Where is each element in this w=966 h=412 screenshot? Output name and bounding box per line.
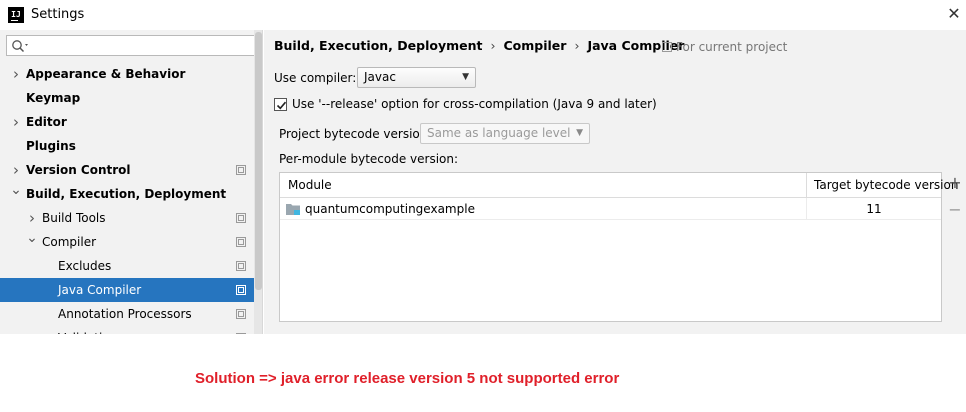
breadcrumb: Build, Execution, Deployment › Compiler › Ja… [274,38,684,53]
sidebar-item-label: Appearance & Behavior [26,67,186,81]
module-folder-icon [286,204,300,215]
sidebar-item-annotation-processors[interactable]: Annotation Processors [0,302,254,326]
scope-note: For current project [662,40,787,54]
sidebar-item-label: Annotation Processors [58,307,192,321]
chevron-down-icon[interactable]: ⌄ [26,226,38,250]
java-compiler-panel: Build, Execution, Deployment › Compiler › Ja… [264,30,966,334]
project-scope-icon [236,237,246,247]
sidebar-item-label: Java Compiler [58,283,142,297]
sidebar-item-appearance-behavior[interactable]: › Appearance & Behavior [0,62,254,86]
sidebar-item-label: Editor [26,115,67,129]
chevron-right-icon[interactable]: › [10,62,22,86]
settings-search-input[interactable] [6,35,257,56]
compiler-select-value: Javac [364,70,396,84]
use-compiler-label: Use compiler: [274,71,357,85]
scope-label: For current project [676,40,788,54]
sidebar-item-excludes[interactable]: Excludes [0,254,254,278]
window-title: Settings [31,7,85,22]
sidebar-item-version-control[interactable]: › Version Control [0,158,254,182]
chevron-down-icon[interactable]: ⌄ [10,178,22,202]
sidebar-item-editor[interactable]: › Editor [0,110,254,134]
sidebar-item-validation[interactable]: Validation [0,326,254,334]
compiler-select[interactable]: Javac ▼ [357,67,476,88]
project-bytecode-label: Project bytecode version: [279,127,432,141]
per-module-table: Module Target bytecode version quantumco… [279,172,958,322]
project-scope-icon [236,213,246,223]
column-divider[interactable] [806,173,807,198]
sidebar-item-plugins[interactable]: Plugins [0,134,254,158]
project-scope-icon [236,285,246,295]
project-scope-icon [236,165,246,175]
breadcrumb-item[interactable]: Build, Execution, Deployment [274,38,482,53]
sidebar-item-label: Excludes [58,259,112,273]
release-option-label[interactable]: Use '--release' option for cross-compila… [292,95,657,113]
project-scope-icon [236,333,246,334]
title-bar: IJ Settings ✕ [0,0,966,30]
chevron-right-icon[interactable]: › [10,110,22,134]
sidebar-item-label: Compiler [42,235,97,249]
close-button[interactable]: ✕ [944,4,964,24]
project-scope-icon [662,42,672,52]
project-bytecode-value: Same as language level [427,126,571,140]
settings-tree: › Appearance & Behavior Keymap › Editor Plugi… [0,62,262,334]
module-name-cell: quantumcomputingexample [305,202,475,216]
sidebar-item-build-tools[interactable]: › Build Tools [0,206,254,230]
chevron-down-icon: ▼ [576,128,583,138]
add-module-button[interactable]: + [948,175,962,191]
breadcrumb-separator: › [574,38,580,53]
checkmark-icon [276,101,287,110]
table-header: Module Target bytecode version [280,173,958,198]
solution-caption: Solution => java error release version 5… [195,370,620,387]
per-module-label: Per-module bytecode version: [279,152,459,166]
project-scope-icon [236,261,246,271]
sidebar-item-java-compiler[interactable]: Java Compiler [0,278,262,302]
project-bytecode-select[interactable]: Same as language level ▼ [420,123,590,144]
release-option-checkbox[interactable] [274,98,287,111]
column-header-target[interactable]: Target bytecode version [814,173,958,198]
sidebar-item-keymap[interactable]: Keymap [0,86,254,110]
sidebar-item-label: Plugins [26,139,76,153]
project-bytecode-row: Project bytecode version: Same as langua… [279,123,590,145]
sidebar-item-build-execution-deployment[interactable]: ⌄ Build, Execution, Deployment [0,182,254,206]
sidebar-item-label: Validation [58,326,117,334]
table-row[interactable]: quantumcomputingexample 11 [280,198,941,220]
breadcrumb-separator: › [490,38,496,53]
breadcrumb-item[interactable]: Compiler [503,38,566,53]
intellij-app-icon: IJ [8,7,24,23]
remove-module-button[interactable]: − [948,202,962,218]
sidebar-item-compiler[interactable]: ⌄ Compiler [0,230,254,254]
sidebar-item-label: Keymap [26,91,81,105]
sidebar-scroll-thumb[interactable] [255,32,262,290]
sidebar-item-label: Build, Execution, Deployment [26,187,227,201]
sidebar-item-label: Version Control [26,163,131,177]
target-version-cell[interactable]: 11 [807,198,941,220]
search-icon [12,40,28,53]
settings-sidebar: › Appearance & Behavior Keymap › Editor Plugi… [0,30,263,334]
project-scope-icon [236,309,246,319]
chevron-down-icon: ▼ [462,72,469,82]
sidebar-item-label: Build Tools [42,211,106,225]
sidebar-scrollbar[interactable] [254,30,262,334]
column-header-module[interactable]: Module [288,173,332,198]
